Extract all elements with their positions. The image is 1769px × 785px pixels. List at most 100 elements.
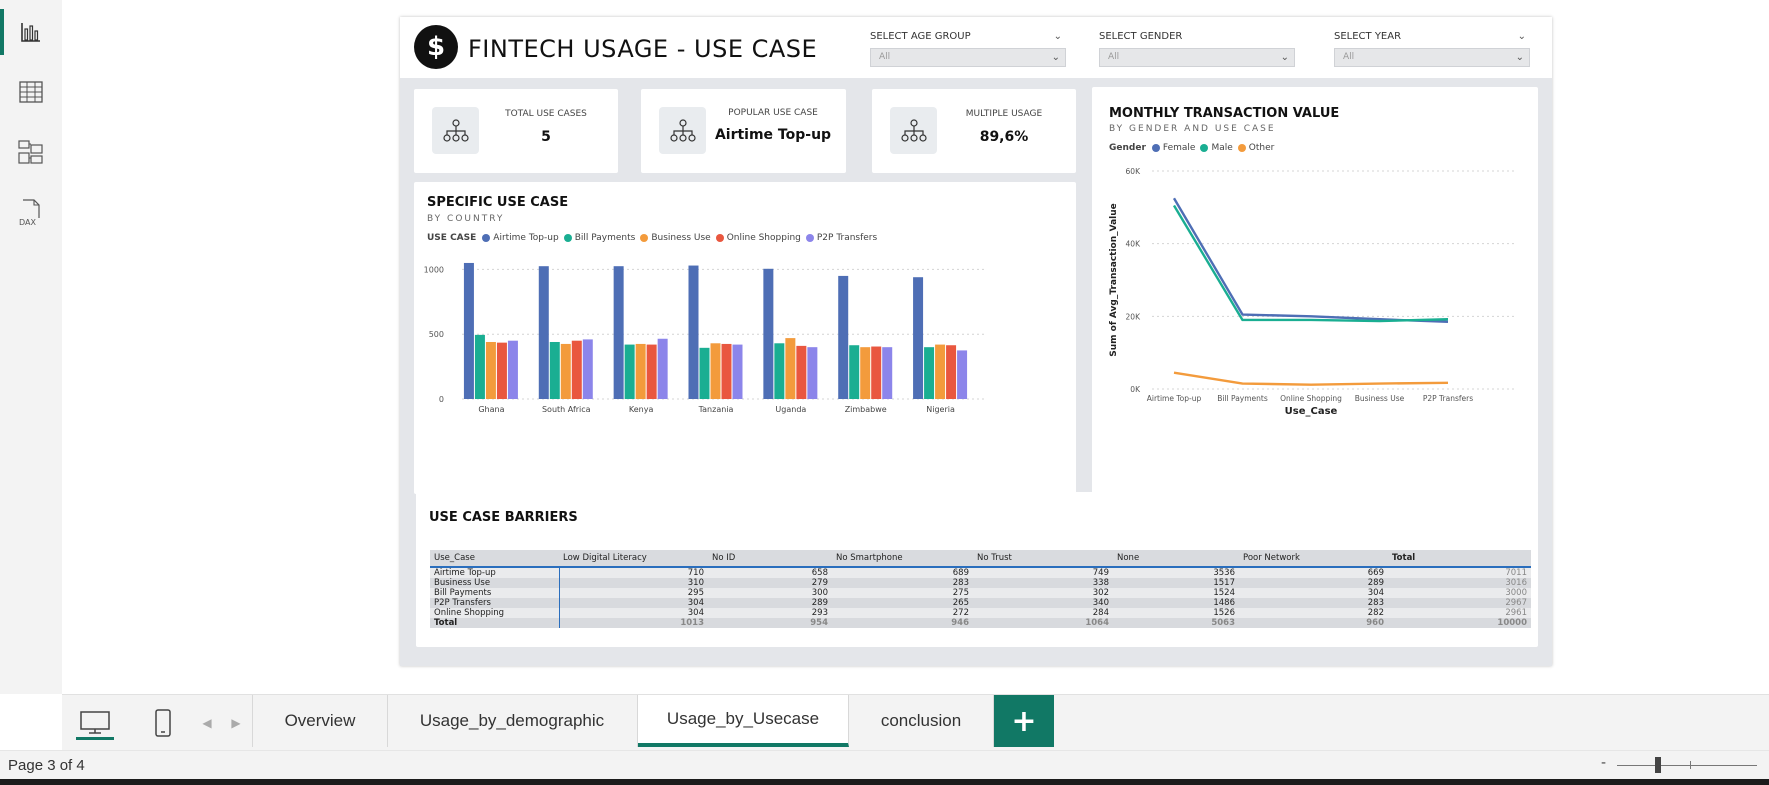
dax-query-icon[interactable]: DAX (0, 189, 62, 235)
table-cell: 284 (973, 608, 1113, 618)
total-row[interactable]: Total 1013 954 946 1064 5063 960 10000 (430, 618, 1531, 628)
bar (763, 268, 774, 399)
table-cell: 10000 (1388, 618, 1531, 628)
slicer-gender-label: SELECT GENDER (1099, 31, 1183, 42)
row-header-cell: Total (430, 618, 560, 628)
tab-conclusion[interactable]: conclusion (849, 695, 994, 747)
column-header[interactable]: Poor Network (1239, 550, 1388, 568)
bar (732, 344, 743, 399)
table-row[interactable]: Bill Payments 295 300 275 302 1524 304 3000 (430, 588, 1531, 598)
table-cell: 3000 (1388, 588, 1531, 598)
x-tick-label: Tanzania (698, 405, 734, 414)
table-row[interactable]: Airtime Top-up 710 658 689 749 3536 669 7011 (430, 567, 1531, 578)
bar (549, 341, 560, 399)
bar (849, 345, 860, 399)
bar (474, 334, 485, 399)
gender-dropdown[interactable]: All ⌄ (1099, 48, 1295, 67)
specific-use-case-visual[interactable]: SPECIFIC USE CASE BY COUNTRY USE CASE Ai… (414, 182, 1076, 494)
report-canvas: $ FINTECH USAGE - USE CASE SELECT AGE GR… (62, 0, 1769, 694)
kpi-value: Airtime Top-up (714, 127, 832, 143)
bar (935, 344, 946, 399)
report-view-icon[interactable] (0, 9, 62, 55)
table-cell: 293 (708, 608, 832, 618)
zoom-out-button[interactable]: - (1601, 755, 1606, 771)
dollar-logo-icon: $ (414, 25, 458, 69)
bar (624, 344, 635, 399)
bar (571, 340, 582, 399)
bar (496, 342, 507, 399)
year-dropdown[interactable]: All ⌄ (1334, 48, 1530, 67)
age-group-dropdown[interactable]: All ⌄ (870, 48, 1066, 67)
y-tick-label: 40K (1126, 240, 1142, 249)
column-header[interactable]: No ID (708, 550, 832, 568)
mobile-layout-icon[interactable] (140, 695, 186, 750)
kpi-card-multiple-usage[interactable]: MULTIPLE USAGE 89,6% (872, 89, 1076, 173)
kpi-value: 89,6% (979, 129, 1029, 145)
visual-title: USE CASE BARRIERS (429, 510, 578, 525)
table-cell: 658 (708, 567, 832, 578)
x-tick-label: Kenya (629, 405, 654, 414)
bar (957, 350, 968, 399)
table-row[interactable]: Business Use 310 279 283 338 1517 289 3016 (430, 578, 1531, 588)
use-case-barriers-visual[interactable]: USE CASE BARRIERS Use_Case Low Digital Li… (416, 492, 1538, 647)
y-tick-label: 60K (1126, 167, 1142, 176)
y-tick-label: 20K (1126, 312, 1142, 321)
column-header[interactable]: Total (1388, 550, 1531, 568)
table-cell: 689 (832, 567, 973, 578)
table-cell: 3016 (1388, 578, 1531, 588)
bar (796, 345, 807, 399)
chevron-down-icon[interactable]: ⌄ (1054, 29, 1062, 45)
scroll-right-icon[interactable]: ▶ (226, 695, 246, 750)
chevron-down-icon[interactable]: ⌄ (1518, 29, 1526, 45)
matrix-header-row: Use_Case Low Digital Literacy No ID No Smar… (430, 550, 1531, 568)
kpi-card-popular-use-case[interactable]: POPULAR USE CASE Airtime Top-up (641, 89, 846, 173)
tab-usage-by-demographic[interactable]: Usage_by_demographic (387, 695, 638, 747)
table-cell: 300 (708, 588, 832, 598)
table-cell: 2967 (1388, 598, 1531, 608)
window-bottom-edge (0, 779, 1769, 785)
column-header[interactable]: Low Digital Literacy (559, 550, 708, 568)
kpi-card-total-use-cases[interactable]: TOTAL USE CASES 5 (414, 89, 618, 173)
table-cell: 3536 (1113, 567, 1239, 578)
x-tick-label: Uganda (775, 405, 806, 414)
table-row[interactable]: P2P Transfers 304 289 265 340 1486 283 2967 (430, 598, 1531, 608)
bar (485, 341, 496, 399)
table-cell: 340 (973, 598, 1113, 608)
tab-label: Usage_by_Usecase (666, 709, 820, 728)
zoom-tick (1690, 761, 1691, 769)
row-header-cell: Online Shopping (430, 608, 560, 618)
bar-chart: 1000 500 0 Ghana South Africa Kenya Tanzania Ug… (424, 262, 986, 414)
zoom-slider-handle[interactable] (1655, 757, 1661, 773)
add-page-button[interactable]: + (994, 695, 1054, 747)
barriers-matrix: Use_Case Low Digital Literacy No ID No Smar… (430, 550, 1531, 628)
column-header[interactable]: Use_Case (430, 550, 559, 568)
x-tick-label: Ghana (478, 405, 504, 414)
table-row[interactable]: Online Shopping 304 293 272 284 1526 282 2961 (430, 608, 1531, 618)
x-tick-label: South Africa (542, 405, 591, 414)
tab-overview[interactable]: Overview (252, 695, 388, 747)
scroll-left-icon[interactable]: ◀ (197, 695, 217, 750)
column-header[interactable]: No Trust (973, 550, 1113, 568)
bar (657, 338, 668, 399)
report-page: $ FINTECH USAGE - USE CASE SELECT AGE GR… (400, 17, 1552, 666)
chevron-down-icon: ⌄ (1051, 52, 1060, 63)
zoom-slider[interactable] (1617, 765, 1757, 766)
table-cell: 265 (832, 598, 973, 608)
table-view-icon[interactable] (0, 69, 62, 115)
tab-usage-by-usecase[interactable]: Usage_by_Usecase (638, 695, 849, 747)
bar (538, 266, 549, 399)
table-cell: 304 (559, 598, 708, 608)
desktop-layout-icon[interactable] (67, 695, 123, 750)
table-cell: 275 (832, 588, 973, 598)
bar (946, 345, 957, 399)
bar (560, 343, 571, 399)
table-cell: 946 (832, 618, 973, 628)
table-cell: 279 (708, 578, 832, 588)
column-header[interactable]: None (1113, 550, 1239, 568)
column-header[interactable]: No Smartphone (832, 550, 973, 568)
bar (710, 343, 721, 399)
kpi-label: POPULAR USE CASE (728, 108, 818, 118)
model-view-icon[interactable] (0, 129, 62, 175)
monthly-transaction-visual[interactable]: MONTHLY TRANSACTION VALUE BY GENDER AND … (1092, 87, 1538, 494)
bar (688, 265, 699, 399)
